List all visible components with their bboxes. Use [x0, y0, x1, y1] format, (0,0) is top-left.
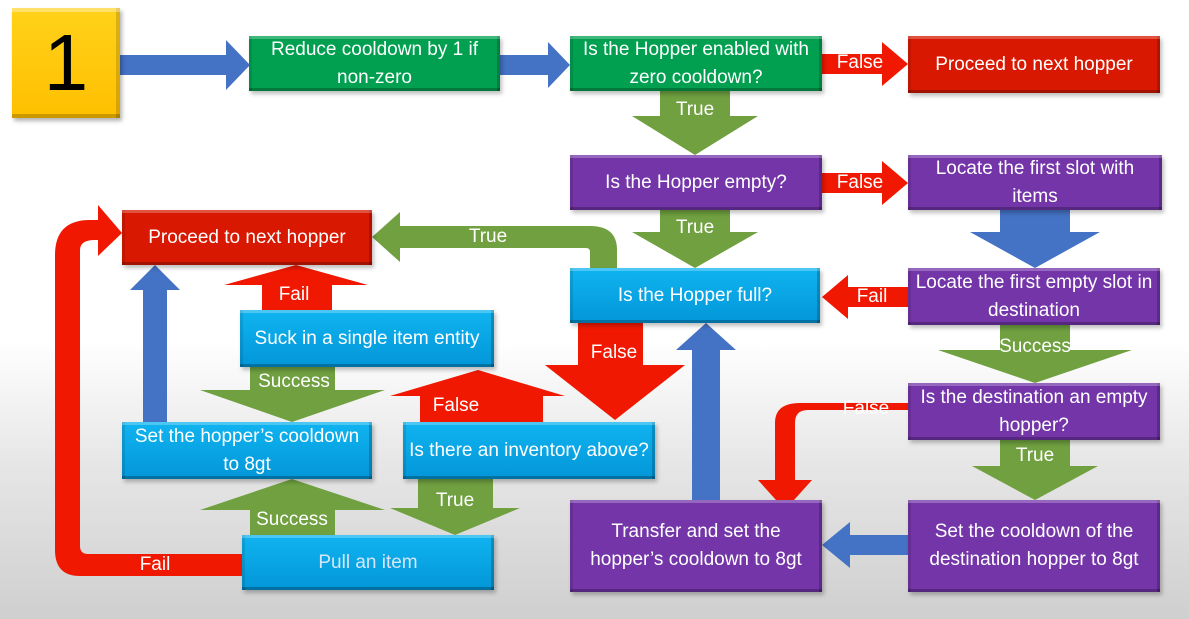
box-set-cooldown: Set the hopper’s cooldown to 8gt: [122, 422, 372, 479]
label-false: False: [432, 395, 480, 416]
box-set-dest-cooldown: Set the cooldown of the destination hopp…: [908, 500, 1160, 592]
label-false: False: [836, 172, 884, 193]
label-false: False: [836, 52, 884, 73]
arrow-setdest-to-transfer: [822, 522, 908, 568]
box-locate-empty-slot: Locate the first empty slot in destinati…: [908, 268, 1160, 325]
label-success: Success: [999, 336, 1071, 357]
arrow-transfer-to-full: [676, 323, 736, 500]
box-hopper-empty: Is the Hopper empty?: [570, 155, 822, 210]
arrow-setcooldown-to-next: [130, 265, 180, 422]
label-success: Success: [256, 509, 328, 530]
label-false: False: [842, 398, 890, 419]
label-true: True: [468, 226, 508, 247]
box-next-hopper-left: Proceed to next hopper: [122, 210, 372, 265]
box-dest-empty-hopper: Is the destination an empty hopper?: [908, 383, 1160, 440]
step-number: 1: [43, 18, 89, 107]
label-success: Success: [258, 371, 330, 392]
box-hopper-full: Is the Hopper full?: [570, 268, 820, 323]
box-reduce-cooldown: Reduce cooldown by 1 if non-zero: [249, 36, 500, 91]
label-fail: Fail: [856, 286, 888, 307]
arrow-full-false: [545, 323, 685, 420]
box-pull-item: Pull an item: [242, 535, 494, 590]
box-inventory-above: Is there an inventory above?: [403, 422, 655, 479]
label-true: True: [675, 99, 715, 120]
box-locate-first-slot: Locate the first slot with items: [908, 155, 1162, 210]
label-false: False: [590, 342, 638, 363]
label-true: True: [675, 217, 715, 238]
box-hopper-enabled: Is the Hopper enabled with zero cooldown…: [570, 36, 822, 91]
label-fail: Fail: [139, 554, 171, 575]
box-transfer: Transfer and set the hopper’s cooldown t…: [570, 500, 822, 592]
label-true: True: [435, 490, 475, 511]
arrow-reduce-to-enabled: [500, 42, 570, 88]
label-fail: Fail: [278, 284, 310, 305]
step-number-badge: 1: [12, 8, 120, 118]
arrow-start-to-reduce: [120, 40, 250, 90]
box-next-hopper-top: Proceed to next hopper: [908, 36, 1160, 93]
label-true: True: [1015, 445, 1055, 466]
arrow-slot-to-empty-slot: [970, 210, 1100, 268]
box-suck-item: Suck in a single item entity: [240, 310, 494, 367]
